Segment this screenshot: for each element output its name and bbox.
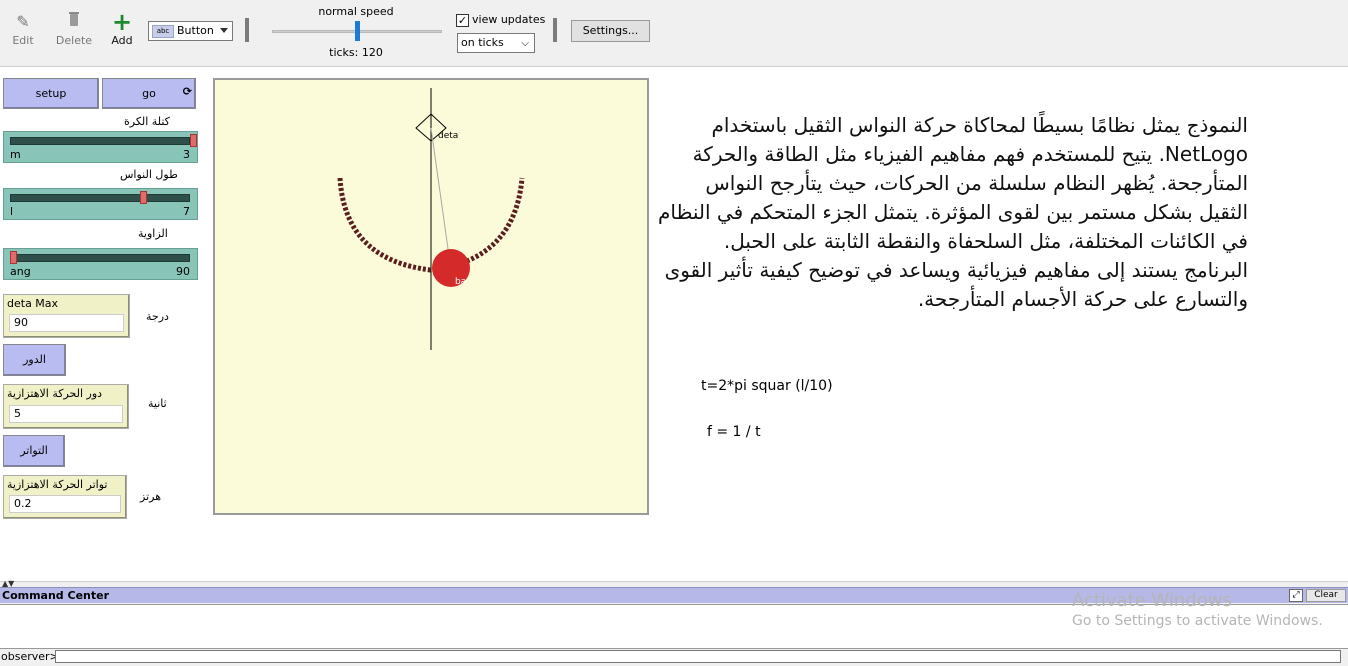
- period-button[interactable]: الدور: [3, 344, 66, 376]
- monitor-title: دور الحركة الاهتزازية: [7, 387, 103, 400]
- activate-windows-watermark: Activate Windows Go to Settings to activ…: [1072, 590, 1323, 630]
- slider-value: 3: [183, 148, 190, 161]
- monitor-value: 0.2: [9, 495, 121, 513]
- world-canvas: deta ba: [337, 88, 525, 350]
- frequency-formula-note: f = 1 / t: [707, 424, 761, 440]
- view-updates-label: view updates: [472, 13, 546, 26]
- info-paragraph: النموذج يمثل نظامًا بسيطًا لمحاكاة حركة …: [657, 113, 1248, 311]
- slider-value: 90: [176, 265, 190, 278]
- widget-type-value: Button: [177, 24, 214, 37]
- dropdown-arrow-icon: [220, 28, 228, 33]
- unit-second-label: ثانية: [148, 397, 167, 410]
- period-formula-note: t=2*pi squar (l/10): [701, 378, 833, 394]
- setup-label: setup: [35, 87, 67, 100]
- edit-button[interactable]: ✎ Edit: [1, 10, 45, 47]
- plus-icon: +: [111, 8, 133, 36]
- go-button[interactable]: go ⟳: [102, 78, 196, 109]
- slider-length-title: طول النواس: [120, 168, 178, 181]
- slider-variable: m: [10, 148, 21, 161]
- slider-value: 7: [183, 205, 190, 218]
- bob-label: ba: [455, 277, 466, 287]
- delete-button[interactable]: Delete: [52, 10, 96, 47]
- command-center-title: Command Center: [2, 589, 110, 602]
- interface-panel: setup go ⟳ كتلة الكرة m 3 طول النواس l 7…: [0, 66, 1348, 582]
- unit-hertz-label: هرتز: [140, 490, 162, 503]
- add-label: Add: [111, 34, 133, 47]
- world-view[interactable]: deta ba: [213, 78, 649, 515]
- slider-variable: l: [10, 205, 14, 218]
- netlogo-window: ✎ Edit Delete + Add abc Button normal spe…: [0, 0, 1348, 666]
- frequency-monitor: تواتر الحركة الاهتزازية 0.2: [3, 475, 127, 519]
- slider-track[interactable]: [10, 254, 190, 262]
- button-widget-icon: abc: [152, 24, 174, 38]
- update-mode-select[interactable]: on ticks ⌵: [457, 33, 535, 53]
- edit-label: Edit: [12, 34, 34, 47]
- settings-button[interactable]: Settings...: [571, 20, 650, 42]
- speed-slider-thumb[interactable]: [354, 21, 360, 41]
- slider-thumb[interactable]: [139, 191, 147, 204]
- period-monitor: دور الحركة الاهتزازية 5: [3, 384, 129, 429]
- unit-degree-label: درجة: [146, 310, 169, 323]
- add-button[interactable]: + Add: [100, 10, 144, 47]
- widget-type-select[interactable]: abc Button: [148, 21, 233, 41]
- trash-icon-shape: [69, 12, 79, 26]
- angle-slider[interactable]: ang 90: [3, 248, 198, 280]
- slider-thumb[interactable]: [190, 134, 197, 147]
- observer-selector[interactable]: observer>: [1, 650, 59, 663]
- monitor-title: deta Max: [7, 297, 59, 310]
- monitor-value: 90: [9, 314, 124, 332]
- monitor-title: تواتر الحركة الاهتزازية: [7, 478, 108, 491]
- trash-icon: [52, 10, 96, 34]
- period-button-label: الدور: [23, 353, 46, 366]
- slider-variable: ang: [10, 265, 31, 278]
- length-slider[interactable]: l 7: [3, 188, 198, 220]
- watermark-line-1: Activate Windows: [1072, 590, 1232, 611]
- slider-thumb[interactable]: [10, 251, 17, 264]
- command-input-row: observer>: [0, 648, 1348, 664]
- pivot-label: deta: [438, 131, 458, 141]
- toolbar-divider: [553, 18, 557, 42]
- command-input[interactable]: [55, 650, 1341, 663]
- slider-track[interactable]: [10, 194, 190, 202]
- go-label: go: [142, 87, 156, 100]
- setup-button[interactable]: setup: [3, 78, 99, 109]
- speed-label: normal speed: [318, 5, 394, 18]
- chevron-down-icon: ⌵: [521, 38, 529, 49]
- update-mode-value: on ticks: [461, 36, 504, 49]
- view-updates-checkbox[interactable]: ✓ view updates: [456, 13, 545, 27]
- deta-max-monitor: deta Max 90: [3, 294, 130, 338]
- ticks-counter: ticks: 120: [329, 46, 383, 59]
- frequency-button[interactable]: التواتر: [3, 435, 65, 467]
- mass-slider[interactable]: m 3: [3, 131, 198, 163]
- pencil-icon: ✎: [16, 12, 30, 31]
- slider-track[interactable]: [10, 137, 190, 145]
- checkbox-check-icon: ✓: [456, 13, 469, 27]
- pendulum-string: [430, 127, 452, 271]
- slider-angle-title: الزاوية: [138, 227, 168, 240]
- watermark-line-2: Go to Settings to activate Windows.: [1072, 613, 1323, 629]
- delete-label: Delete: [55, 34, 93, 47]
- forever-icon: ⟳: [182, 85, 192, 98]
- frequency-button-label: التواتر: [20, 444, 48, 457]
- monitor-value: 5: [9, 405, 123, 423]
- toolbar-divider: [245, 18, 249, 42]
- slider-mass-title: كتلة الكرة: [124, 115, 170, 128]
